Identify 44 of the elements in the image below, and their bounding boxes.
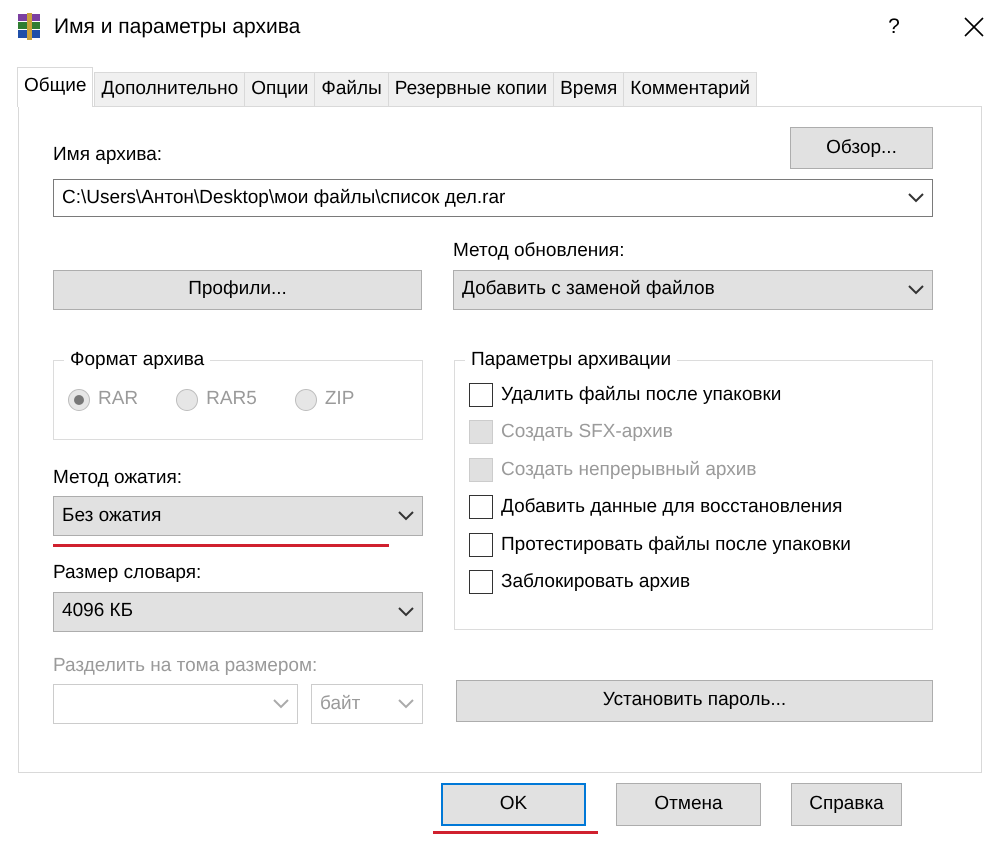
chevron-down-icon <box>398 511 414 521</box>
checkbox[interactable] <box>469 382 493 407</box>
checkbox-label: Добавить данные для восстановления <box>501 495 842 519</box>
window-title: Имя и параметры архива <box>54 14 302 40</box>
checkbox-label: Протестировать файлы после упаковки <box>501 532 851 556</box>
checkbox-label: Удалить файлы после упаковки <box>501 382 782 406</box>
chevron-down-icon <box>398 606 414 616</box>
checkbox-label: Заблокировать архив <box>501 570 690 594</box>
dictionary-size-dropdown[interactable]: 4096 КБ <box>53 592 423 632</box>
checkbox-label: Создать непрерывный архив <box>501 458 756 482</box>
dialog-button[interactable]: OK <box>441 783 586 826</box>
close-icon[interactable] <box>964 17 984 37</box>
tab[interactable]: Резервные копии <box>388 72 554 106</box>
split-volumes-label: Разделить на тома размером: <box>53 654 318 678</box>
checkbox[interactable] <box>469 570 493 594</box>
dialog-button[interactable]: Отмена <box>616 783 761 826</box>
chevron-down-icon <box>273 699 289 709</box>
radio-label: RAR5 <box>206 387 257 412</box>
profiles-button[interactable]: Профили... <box>53 270 422 310</box>
compression-method-dropdown[interactable]: Без ожатия <box>53 496 423 536</box>
tab[interactable]: Дополнительно <box>94 72 246 106</box>
radio-label: RAR <box>98 387 138 412</box>
tab[interactable]: Комментарий <box>623 72 757 106</box>
set-password-button[interactable]: Установить пароль... <box>456 680 933 722</box>
tab[interactable]: Опции <box>244 72 316 106</box>
update-method-dropdown[interactable]: Добавить с заменой файлов <box>453 270 933 310</box>
dialog-button[interactable]: Справка <box>791 783 902 826</box>
tab[interactable]: Файлы <box>314 72 389 106</box>
radio-label: ZIP <box>324 387 354 412</box>
tab[interactable]: Время <box>553 72 624 106</box>
checkbox[interactable] <box>469 532 493 557</box>
dictionary-size-label: Размер словаря: <box>53 561 202 585</box>
archive-name-field[interactable]: C:\Users\Антон\Desktop\мои файлы\список дел.rar <box>53 179 933 217</box>
tab[interactable]: Общие <box>17 67 94 107</box>
chevron-down-icon <box>398 699 414 709</box>
help-button[interactable]: ? <box>874 11 914 43</box>
checkbox[interactable] <box>469 495 493 520</box>
checkbox-label: Создать SFX-архив <box>501 420 673 444</box>
chevron-down-icon <box>908 193 924 203</box>
archive-name-label: Имя архива: <box>53 142 162 166</box>
update-method-label: Метод обновления: <box>453 239 626 263</box>
chevron-down-icon <box>908 284 924 294</box>
browse-button[interactable]: Обзор... <box>790 127 933 169</box>
compression-method-label: Метод ожатия: <box>53 466 184 490</box>
